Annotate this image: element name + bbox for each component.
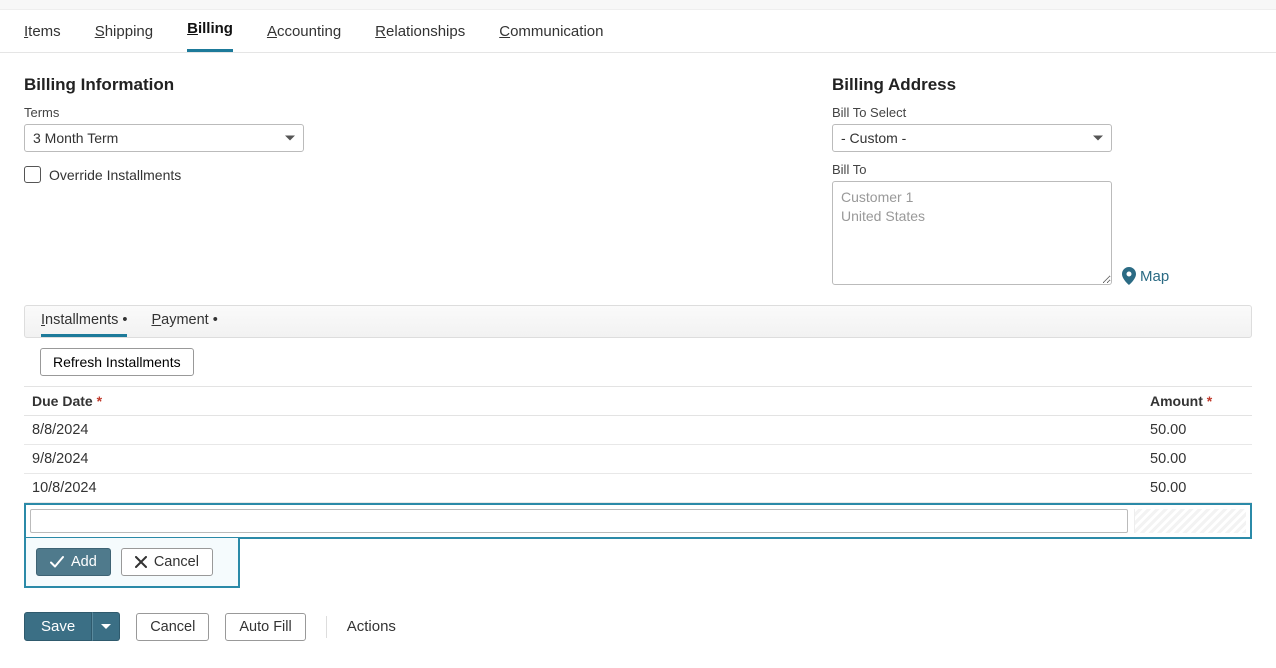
check-icon: [50, 555, 64, 569]
subtab-payment[interactable]: Payment •: [151, 312, 217, 337]
cancel-button[interactable]: Cancel: [136, 613, 209, 641]
due-date-cell: 10/8/2024: [24, 474, 1142, 503]
add-button[interactable]: Add: [36, 548, 111, 576]
due-date-cell: 9/8/2024: [24, 445, 1142, 474]
tab-items-label: tems: [28, 23, 61, 40]
bill-to-textarea[interactable]: Customer 1 United States: [832, 181, 1112, 285]
amount-cell: 50.00: [1142, 416, 1252, 445]
billing-info-title: Billing Information: [24, 75, 792, 95]
save-button[interactable]: Save: [24, 612, 92, 641]
dropdown-arrow-icon: [101, 624, 111, 629]
subtab-container: Installments • Payment •: [24, 305, 1252, 338]
map-link[interactable]: Map: [1122, 267, 1169, 285]
override-installments-label: Override Installments: [49, 167, 181, 183]
due-date-cell: 8/8/2024: [24, 416, 1142, 445]
new-due-date-input[interactable]: [30, 509, 1128, 533]
terms-select[interactable]: 3 Month Term: [24, 124, 304, 152]
auto-fill-button[interactable]: Auto Fill: [225, 613, 305, 641]
new-amount-disabled-cell: [1134, 509, 1246, 533]
tab-shipping-label: hipping: [105, 23, 153, 40]
cancel-row-button[interactable]: Cancel: [121, 548, 213, 576]
table-row[interactable]: 10/8/2024 50.00: [24, 474, 1252, 503]
tab-accounting[interactable]: Accounting: [267, 23, 341, 52]
tab-communication[interactable]: Communication: [499, 23, 603, 52]
subtab-installments[interactable]: Installments •: [41, 312, 127, 337]
table-row[interactable]: 8/8/2024 50.00: [24, 416, 1252, 445]
tab-accounting-label: ccounting: [277, 23, 341, 40]
terms-label: Terms: [24, 105, 792, 120]
amount-cell: 50.00: [1142, 474, 1252, 503]
override-installments-checkbox[interactable]: [24, 166, 41, 183]
billing-address-title: Billing Address: [832, 75, 1252, 95]
amount-header: Amount *: [1142, 387, 1252, 416]
billing-information-section: Billing Information Terms 3 Month Term O…: [24, 75, 792, 183]
subtab-installments-label: nstallments: [45, 312, 118, 328]
bill-to-select[interactable]: - Custom -: [832, 124, 1112, 152]
new-row: Add Cancel: [24, 503, 1252, 589]
installments-table: Due Date * Amount * 8/8/2024 50.00 9/8/2…: [24, 386, 1252, 588]
bill-to-line1: Customer 1: [841, 188, 1103, 207]
save-button-group: Save: [24, 612, 120, 641]
tab-communication-label: ommunication: [510, 23, 603, 40]
bill-to-select-label: Bill To Select: [832, 105, 1252, 120]
tab-shipping[interactable]: Shipping: [95, 23, 153, 52]
top-gray-bar: [0, 0, 1276, 10]
table-row[interactable]: 9/8/2024 50.00: [24, 445, 1252, 474]
refresh-installments-button[interactable]: Refresh Installments: [40, 348, 194, 376]
due-date-header: Due Date *: [24, 387, 1142, 416]
save-dropdown-button[interactable]: [92, 612, 120, 641]
dropdown-arrow-icon: [1093, 136, 1103, 141]
bill-to-line2: United States: [841, 207, 1103, 226]
tab-billing-label: illing: [198, 20, 233, 37]
map-pin-icon: [1122, 267, 1136, 285]
main-tabs: Items Shipping Billing Accounting Relati…: [0, 10, 1276, 53]
tab-items[interactable]: Items: [24, 23, 61, 52]
required-asterisk: *: [1207, 393, 1212, 409]
required-asterisk: *: [97, 393, 102, 409]
x-icon: [135, 556, 147, 568]
actions-menu[interactable]: Actions: [347, 618, 396, 635]
footer-divider: [326, 616, 327, 638]
add-button-label: Add: [71, 554, 97, 570]
map-label: Map: [1140, 268, 1169, 285]
dropdown-arrow-icon: [285, 136, 295, 141]
amount-cell: 50.00: [1142, 445, 1252, 474]
tab-billing[interactable]: Billing: [187, 20, 233, 52]
bill-to-label: Bill To: [832, 162, 1252, 177]
tab-relationships-label: elationships: [386, 23, 465, 40]
bill-to-select-value: - Custom -: [841, 130, 906, 146]
terms-select-value: 3 Month Term: [33, 130, 118, 146]
billing-address-section: Billing Address Bill To Select - Custom …: [832, 75, 1252, 285]
footer-actions: Save Cancel Auto Fill Actions: [0, 588, 1276, 655]
subtab-payment-label: ayment: [161, 312, 209, 328]
cancel-row-label: Cancel: [154, 554, 199, 570]
tab-relationships[interactable]: Relationships: [375, 23, 465, 52]
